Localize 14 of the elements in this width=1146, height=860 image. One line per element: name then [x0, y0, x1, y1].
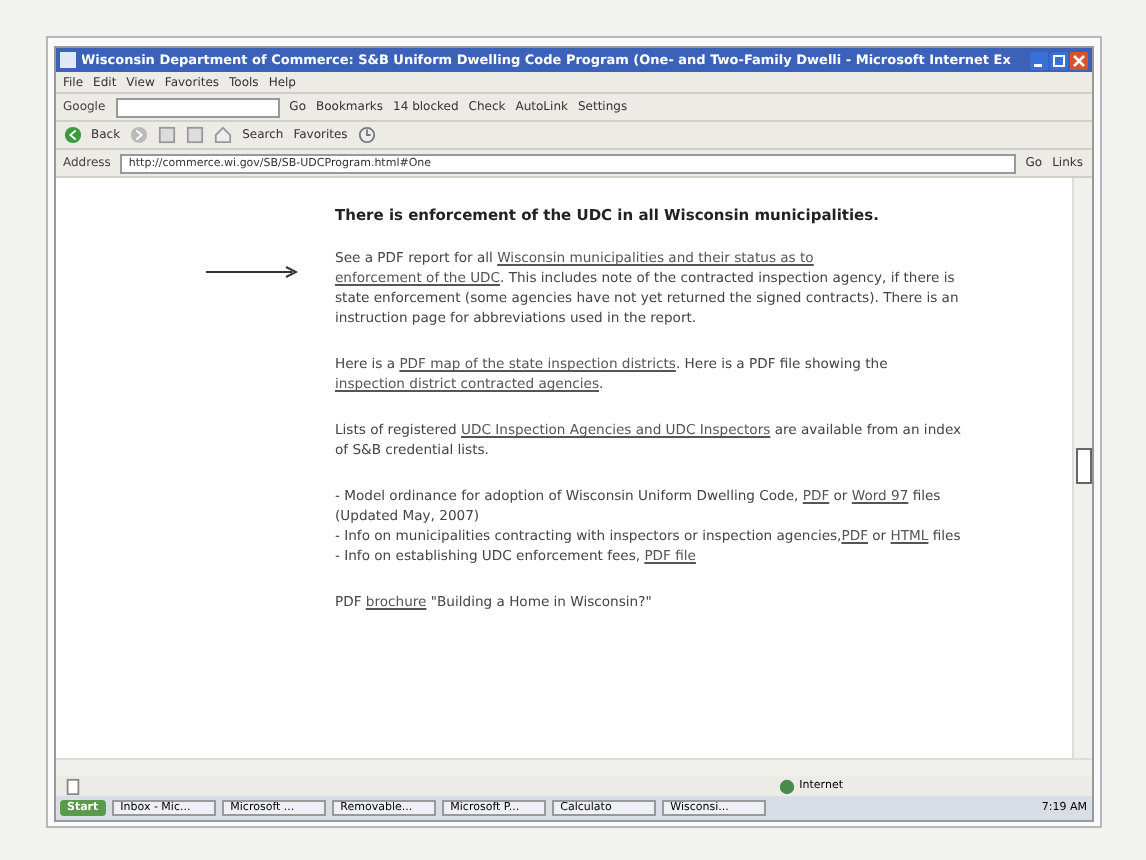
globe-icon	[777, 777, 796, 795]
search-field[interactable]	[115, 97, 280, 117]
horizontal-scrollbar[interactable]	[55, 758, 1091, 776]
history-icon[interactable]	[357, 126, 376, 144]
maximize-button[interactable]	[1049, 51, 1067, 69]
arrow-icon	[205, 266, 297, 278]
scrollbar[interactable]	[1071, 178, 1091, 758]
browser-icon	[59, 52, 75, 68]
forward-icon[interactable]	[130, 126, 149, 144]
page-icon	[63, 777, 81, 795]
minimize-button[interactable]	[1029, 51, 1047, 69]
home-icon[interactable]	[214, 126, 233, 144]
close-button[interactable]	[1069, 51, 1087, 69]
back-icon[interactable]	[63, 126, 81, 144]
